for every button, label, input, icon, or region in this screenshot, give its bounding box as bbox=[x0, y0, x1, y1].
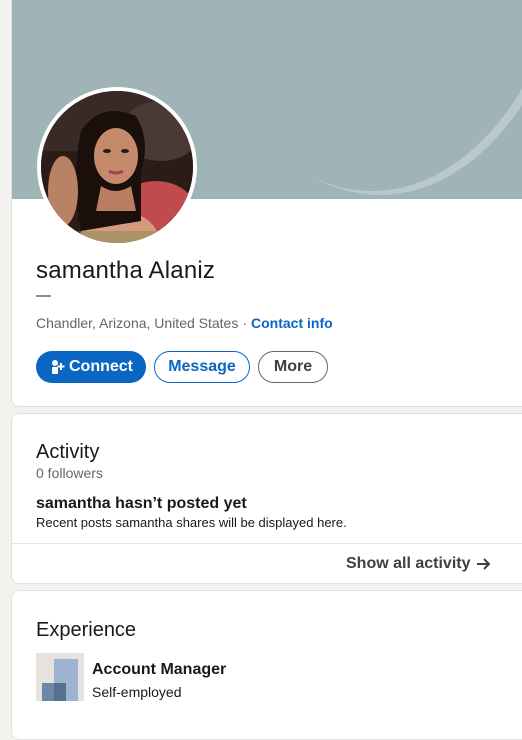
location-separator: · bbox=[242, 315, 248, 331]
activity-divider bbox=[12, 543, 522, 544]
company-building-icon[interactable] bbox=[36, 653, 84, 701]
banner-decoration bbox=[162, 0, 522, 191]
activity-empty-subtitle: Recent posts samantha shares will be dis… bbox=[36, 515, 347, 530]
connect-label: Connect bbox=[69, 358, 133, 375]
show-all-activity-button[interactable]: Show all activity bbox=[346, 555, 492, 573]
experience-item-company: Self-employed bbox=[92, 684, 182, 700]
message-label: Message bbox=[168, 358, 236, 375]
message-button[interactable]: Message bbox=[154, 351, 250, 383]
profile-name: samantha Alaniz bbox=[36, 257, 216, 284]
profile-location: Chandler, Arizona, United States bbox=[36, 315, 239, 331]
arrow-right-icon bbox=[477, 558, 491, 570]
company-logo-graphic bbox=[36, 653, 84, 701]
profile-avatar[interactable] bbox=[37, 87, 197, 247]
experience-title: Experience bbox=[36, 619, 137, 641]
more-button[interactable]: More bbox=[258, 351, 328, 383]
experience-item-title[interactable]: Account Manager bbox=[92, 661, 226, 679]
activity-empty-title: samantha hasn’t posted yet bbox=[36, 495, 247, 512]
activity-card: Activity 0 followers samantha hasn’t pos… bbox=[11, 413, 522, 584]
more-label: More bbox=[273, 358, 313, 375]
add-person-icon bbox=[52, 360, 65, 374]
profile-card: samantha Alaniz — Chandler, Arizona, Uni… bbox=[11, 0, 522, 407]
show-all-activity-label: Show all activity bbox=[346, 555, 471, 572]
connect-button[interactable]: Connect bbox=[36, 351, 146, 383]
avatar-photo bbox=[41, 91, 193, 243]
experience-card: Experience Account Manager Self-employed bbox=[11, 590, 522, 740]
contact-info-link[interactable]: Contact info bbox=[251, 315, 333, 331]
followers-count[interactable]: 0 followers bbox=[36, 465, 103, 481]
activity-title: Activity bbox=[36, 441, 100, 463]
profile-location-row: Chandler, Arizona, United States · Contact… bbox=[36, 315, 333, 331]
profile-headline: — bbox=[36, 287, 51, 304]
